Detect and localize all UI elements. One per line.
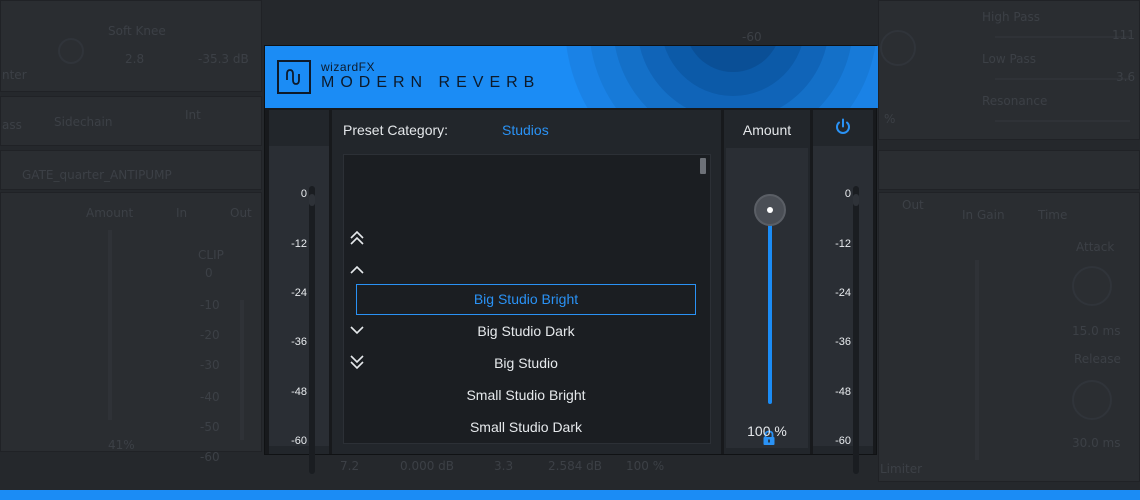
meter-tick: 0 — [300, 188, 307, 200]
meter-tick: -24 — [291, 287, 307, 299]
preset-item[interactable]: Big Studio Dark — [356, 316, 696, 347]
bg-text: Release — [1074, 352, 1121, 366]
header-bar: wizardFX MODERN REVERB — [265, 46, 878, 108]
double-chevron-up-icon[interactable] — [348, 229, 366, 247]
bg-text: ass — [2, 118, 22, 132]
output-meter-panel: 0 -12 -24 -36 -48 -60 — [813, 110, 873, 474]
bg-text: 2.584 dB — [548, 459, 603, 473]
meter-tick: -60 — [291, 435, 307, 447]
bg-text: Attack — [1076, 240, 1115, 254]
input-meter-track — [309, 186, 315, 474]
bg-text: 3.3 — [494, 459, 514, 473]
meter-tick: -48 — [291, 386, 307, 398]
accent-strip — [0, 490, 1140, 500]
bg-text: nter — [2, 68, 27, 82]
amount-value: 100 % — [747, 423, 787, 439]
amount-slider[interactable] — [726, 148, 808, 448]
scrollbar-thumb[interactable] — [700, 158, 706, 174]
bg-text: -30 — [200, 358, 220, 372]
chevron-up-icon[interactable] — [348, 261, 366, 279]
bg-text: -10 — [200, 298, 220, 312]
input-meter: 0 -12 -24 -36 -48 -60 — [269, 146, 329, 474]
brand-name: wizardFX — [321, 60, 376, 74]
concentric-rings-decoration — [566, 46, 878, 108]
meter-tick: -36 — [291, 336, 307, 348]
meter-tick: -48 — [835, 386, 851, 398]
preset-list[interactable]: Big Studio Bright Big Studio Dark Big St… — [343, 154, 711, 444]
meter-tick: -60 — [835, 435, 851, 447]
meter-tick: -36 — [835, 336, 851, 348]
bg-text: In Gain — [962, 208, 1005, 222]
bg-text: 15.0 ms — [1072, 324, 1121, 338]
preset-category-selector[interactable]: Studios — [502, 122, 549, 138]
preset-item[interactable]: Small Studio Dark — [356, 412, 696, 443]
preset-category-label: Preset Category: — [343, 122, 449, 138]
bg-text: Limiter — [880, 462, 923, 476]
amount-slider-track[interactable] — [768, 208, 772, 404]
bg-text: 111 — [1112, 28, 1135, 42]
bg-text: -40 — [200, 390, 220, 404]
bg-text: Sidechain — [54, 115, 113, 129]
amount-slider-knob[interactable] — [754, 194, 786, 226]
preset-browser: Preset Category: Studios Big Studio Brig… — [332, 110, 721, 454]
bg-text: -35.3 dB — [198, 52, 249, 66]
bg-text: % — [884, 112, 896, 126]
bg-text: 3.6 — [1116, 70, 1136, 84]
bg-text: Soft Knee — [108, 24, 166, 38]
bg-text: Int — [185, 108, 201, 122]
amount-panel: Amount 100 % — [724, 110, 810, 454]
bg-text: CLIP — [198, 248, 224, 262]
bg-text: Amount — [86, 206, 134, 220]
bg-text: -60 — [742, 30, 762, 44]
meter-tick: -24 — [835, 287, 851, 299]
bg-text: In — [176, 206, 188, 220]
preset-item[interactable]: Big Studio — [356, 348, 696, 379]
amount-label: Amount — [742, 122, 792, 138]
preset-item-selected[interactable]: Big Studio Bright — [356, 284, 696, 315]
preset-item[interactable]: Small Studio Bright — [356, 380, 696, 411]
bg-text: 0.000 dB — [400, 459, 455, 473]
bg-text: Time — [1038, 208, 1068, 222]
output-meter: 0 -12 -24 -36 -48 -60 — [813, 146, 873, 474]
bg-text: Low Pass — [982, 52, 1036, 66]
bg-text: 41% — [108, 438, 135, 452]
product-name: MODERN REVERB — [321, 74, 541, 91]
meter-tick: -12 — [291, 238, 307, 250]
input-meter-cap — [309, 194, 315, 206]
bg-text: 30.0 ms — [1072, 436, 1121, 450]
meter-tick: 0 — [844, 188, 851, 200]
bg-text: 2.8 — [125, 52, 145, 66]
bg-text: High Pass — [982, 10, 1040, 24]
bg-text: Resonance — [982, 94, 1048, 108]
bg-text: Out — [902, 198, 924, 212]
input-meter-panel: 0 -12 -24 -36 -48 -60 — [269, 110, 329, 474]
bg-text: 100 % — [626, 459, 665, 473]
bg-text: Out — [230, 206, 252, 220]
bg-text: -60 — [200, 450, 220, 464]
output-meter-cap — [853, 194, 859, 206]
output-meter-track — [853, 186, 859, 474]
meter-tick: -12 — [835, 238, 851, 250]
bg-text: -20 — [200, 328, 220, 342]
sine-wave-icon — [277, 60, 311, 94]
bg-text: GATE_quarter_ANTIPUMP — [22, 168, 172, 182]
bg-text: 7.2 — [340, 459, 360, 473]
bg-text: 0 — [205, 266, 213, 280]
power-icon[interactable] — [834, 118, 852, 136]
bg-text: -50 — [200, 420, 220, 434]
plugin-window: wizardFX MODERN REVERB 0 -12 -24 -36 -48… — [264, 45, 878, 474]
